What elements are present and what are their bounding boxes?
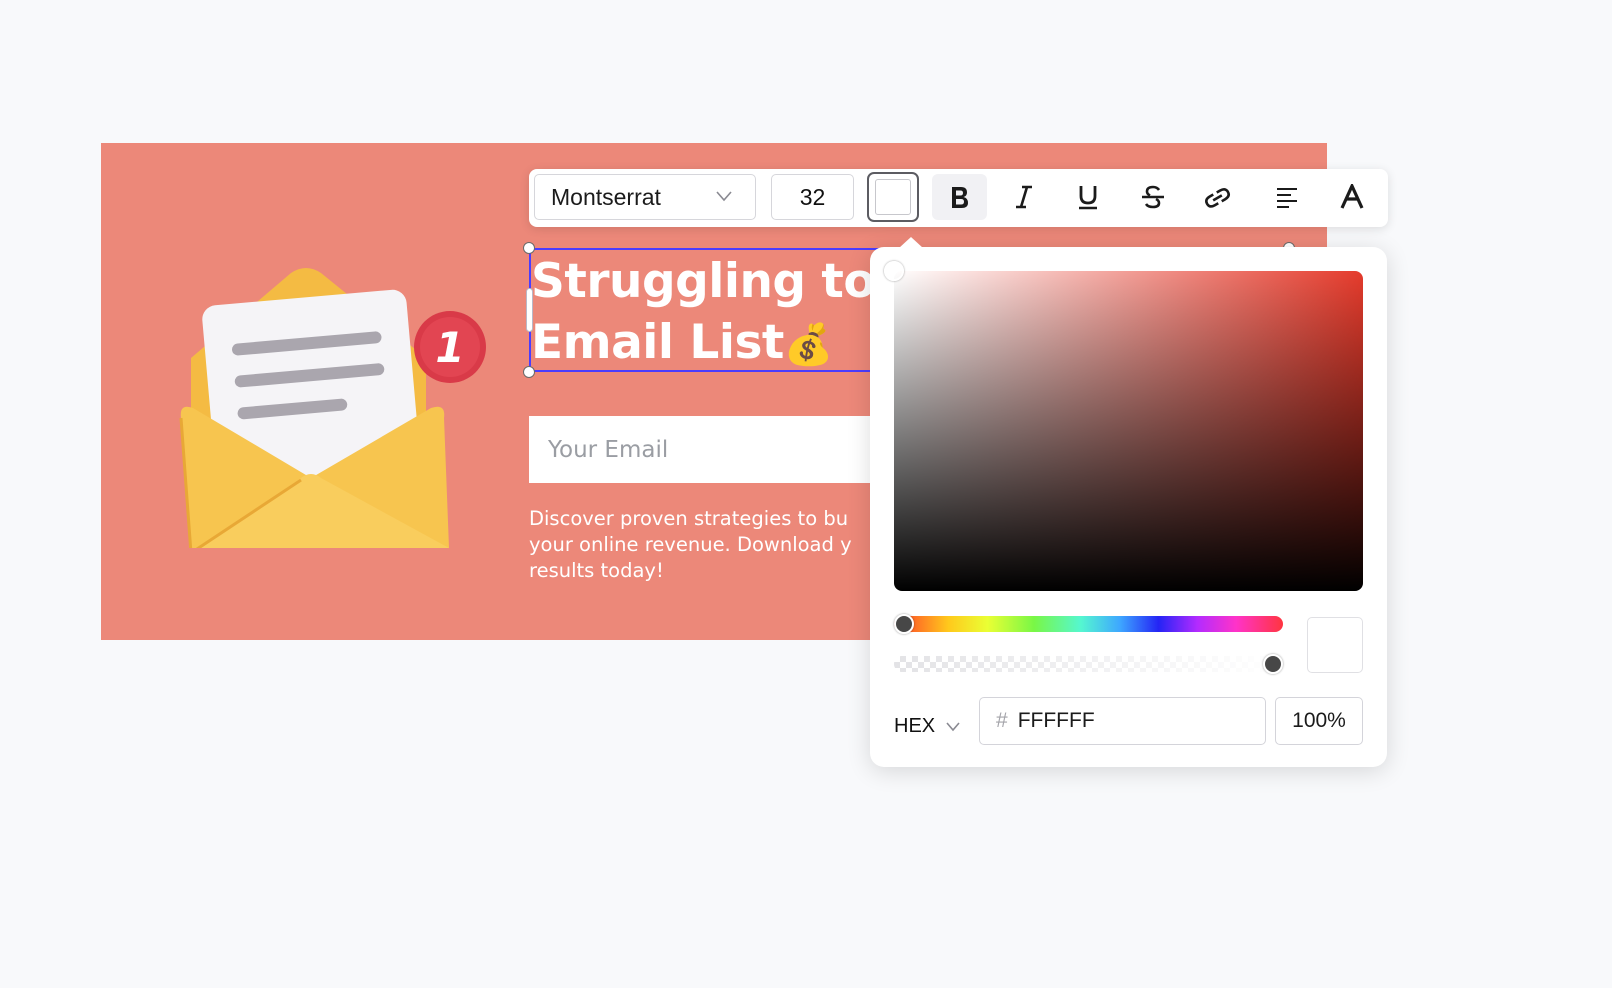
italic-button[interactable] [996,174,1051,220]
underline-button[interactable] [1060,174,1115,220]
popover-caret [899,237,923,248]
alpha-slider-thumb[interactable] [1263,654,1283,674]
color-preview-swatch [1307,617,1363,673]
alpha-value: 100% [1292,709,1346,732]
chevron-down-icon [716,191,732,202]
description-line: Discover proven strategies to bu [529,507,849,530]
text-color-button[interactable] [867,172,919,222]
font-size-value: 32 [799,183,826,210]
hue-slider[interactable] [894,614,1283,634]
description-line: your online revenue. Download y [529,533,852,556]
color-format-select[interactable]: HEX [894,703,961,749]
underline-icon [1078,186,1097,210]
saturation-value-area[interactable] [884,261,1363,591]
alpha-input[interactable]: 100% [1275,697,1363,745]
color-format-value: HEX [894,714,936,737]
hex-input[interactable]: # FFFFFF [979,697,1266,745]
bold-icon [951,187,968,208]
text-format-button[interactable] [1324,174,1379,220]
hex-value: FFFFFF [1017,709,1095,732]
align-left-icon [1276,188,1297,208]
chevron-down-icon [946,722,960,732]
email-placeholder: Your Email [548,436,669,463]
link-button[interactable] [1189,174,1244,220]
font-family-value: Montserrat [551,183,661,210]
strikethrough-icon [1141,185,1164,209]
notification-badge-icon: 1 [414,311,486,383]
bold-button[interactable] [932,174,987,220]
badge-number: 1 [435,323,464,372]
link-icon [1204,188,1230,208]
italic-icon [1015,185,1032,209]
font-family-select[interactable]: Montserrat [534,174,756,220]
resize-handle-left[interactable] [526,288,533,332]
strikethrough-button[interactable] [1125,174,1180,220]
text-color-swatch [875,179,911,215]
color-picker-popover: HEX # FFFFFF 100% [870,237,1387,767]
font-size-input[interactable]: 32 [771,174,854,220]
resize-handle-top-left[interactable] [523,242,535,254]
hue-slider-thumb[interactable] [894,614,914,634]
align-left-button[interactable] [1259,174,1314,220]
text-format-icon [1340,184,1363,209]
saturation-value-thumb[interactable] [884,261,904,281]
description-line: results today! [529,559,664,582]
hash-label: # [996,709,1008,732]
alpha-slider[interactable] [894,654,1283,674]
text-format-toolbar: Montserrat 32 [529,169,1388,227]
resize-handle-bottom-left[interactable] [523,366,535,378]
description-text[interactable]: Discover proven strategies to bu your on… [529,506,869,584]
